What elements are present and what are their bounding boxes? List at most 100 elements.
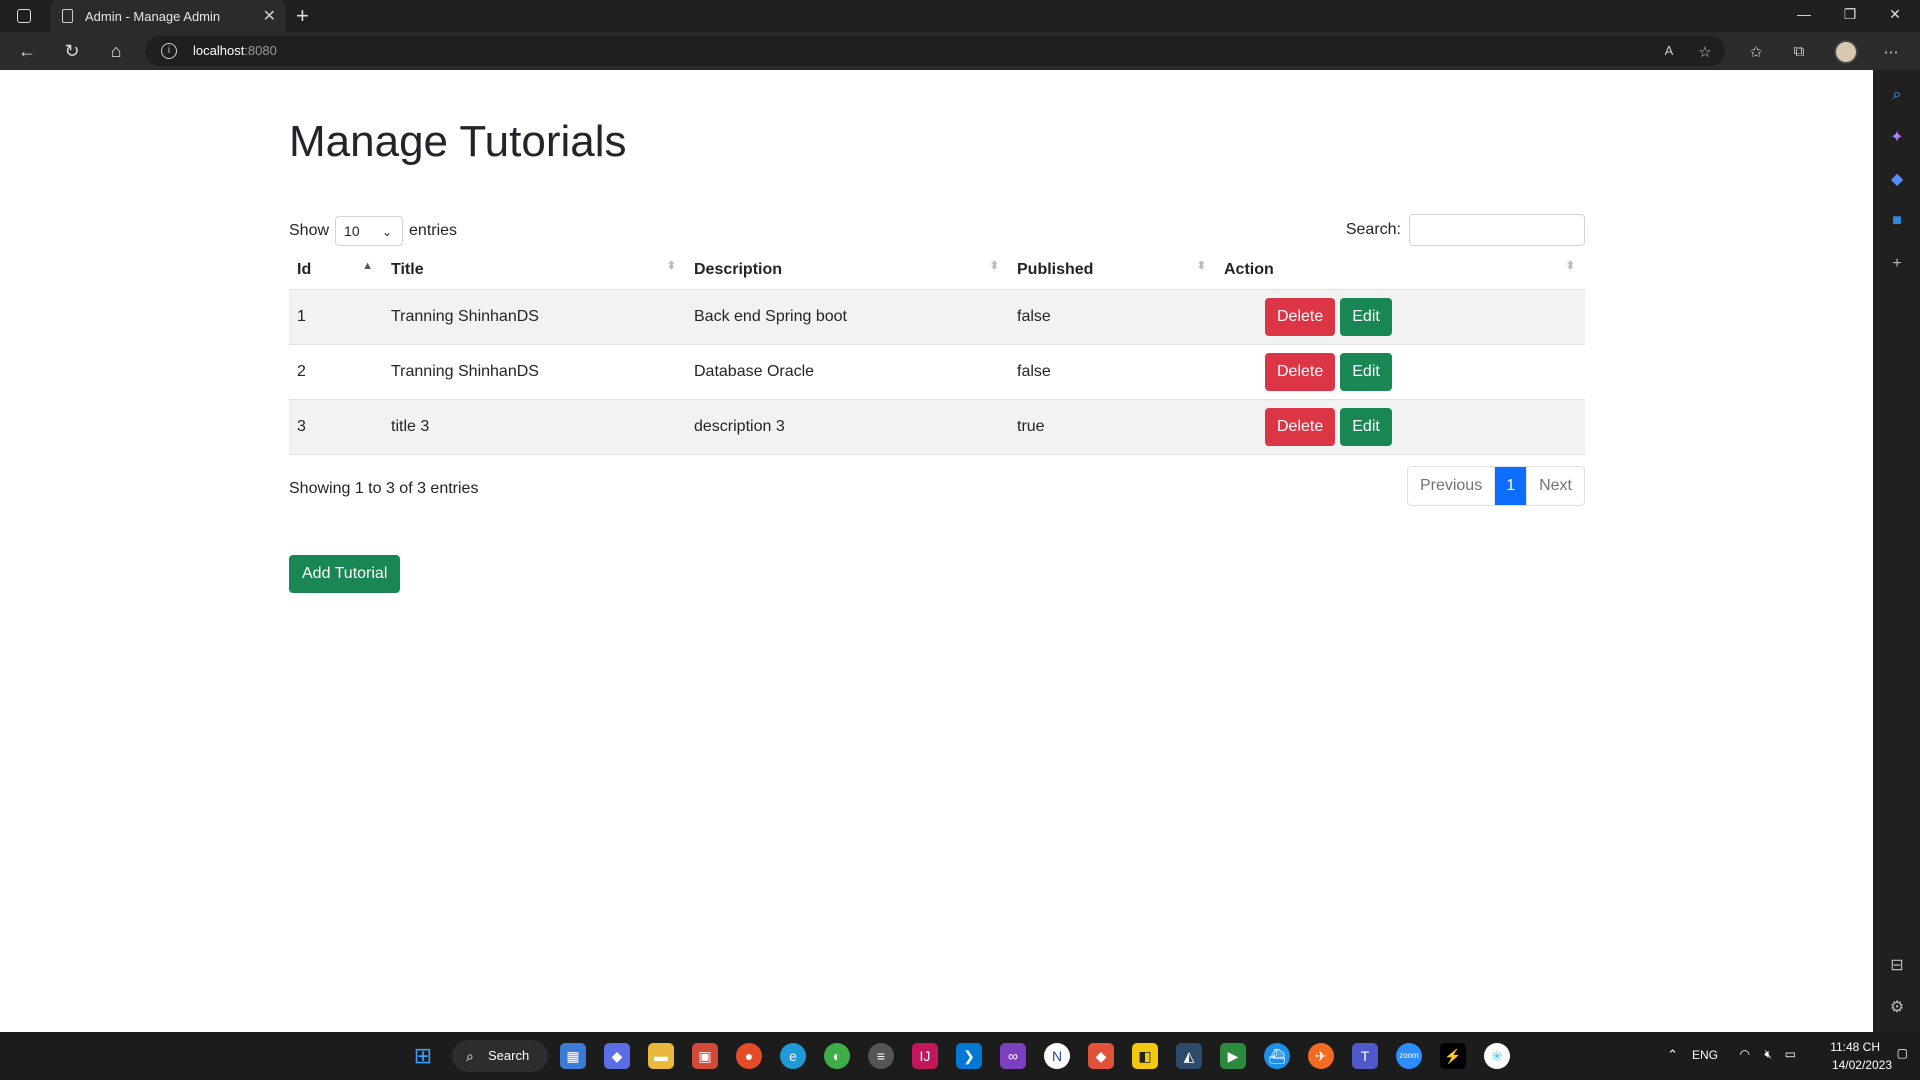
battery-icon[interactable]: ▭: [1785, 1047, 1796, 1061]
browser-titlebar: Admin - Manage Admin ✕ + — ❐ ✕: [0, 0, 1920, 32]
delete-button[interactable]: Delete: [1265, 297, 1336, 336]
edit-button[interactable]: Edit: [1340, 352, 1392, 391]
search-icon[interactable]: ⌕: [1886, 84, 1908, 106]
edge-icon[interactable]: e: [780, 1043, 806, 1069]
table-row: 3 title 3 description 3 true Delete Edit: [289, 399, 1585, 455]
address-bar[interactable]: i localhost:8080: [145, 36, 1725, 66]
refresh-icon[interactable]: ↻: [61, 41, 83, 62]
app-icon[interactable]: N: [1044, 1043, 1070, 1069]
teams-icon[interactable]: T: [1352, 1043, 1378, 1069]
cell-description: Database Oracle: [686, 344, 1009, 400]
postman-icon[interactable]: ✈: [1308, 1043, 1334, 1069]
previous-page-button[interactable]: Previous: [1408, 467, 1494, 505]
column-header-action[interactable]: Action ⬍: [1216, 252, 1585, 290]
new-tab-icon[interactable]: +: [296, 3, 309, 29]
app-icon[interactable]: ◧: [1132, 1043, 1158, 1069]
favorite-star-icon[interactable]: ☆: [1695, 43, 1715, 61]
add-icon[interactable]: +: [1886, 253, 1908, 275]
widgets-icon[interactable]: ▦: [560, 1043, 586, 1069]
cell-id: 1: [289, 289, 383, 345]
app-icon[interactable]: ⚡: [1440, 1043, 1466, 1069]
sort-icon: ⬍: [1565, 260, 1575, 272]
taskbar-search[interactable]: ⌕ Search: [452, 1040, 548, 1072]
close-tab-icon[interactable]: ✕: [263, 6, 276, 26]
app-icon[interactable]: ◐: [824, 1043, 850, 1069]
hide-sidebar-icon[interactable]: ⊟: [1886, 955, 1908, 977]
collections-icon[interactable]: ⧉: [1789, 43, 1809, 60]
slack-icon[interactable]: ✳: [1484, 1043, 1510, 1069]
sort-asc-icon: ▲: [362, 260, 373, 272]
app-icon[interactable]: ≡: [868, 1043, 894, 1069]
cell-description: description 3: [686, 399, 1009, 455]
delete-button[interactable]: Delete: [1265, 407, 1336, 446]
column-header-id[interactable]: Id ▲: [289, 252, 383, 290]
back-icon[interactable]: ←: [16, 41, 38, 62]
vscode-icon[interactable]: ❯: [956, 1043, 982, 1069]
clock-date[interactable]: 14/02/2023: [1812, 1058, 1892, 1072]
edit-button[interactable]: Edit: [1340, 297, 1392, 336]
search-label: Search:: [1345, 221, 1401, 238]
page-title: Manage Tutorials: [289, 117, 627, 166]
column-header-description[interactable]: Description ⬍: [686, 252, 1009, 290]
profile-avatar[interactable]: [1834, 40, 1858, 64]
app-icon[interactable]: ◭: [1176, 1043, 1202, 1069]
chevron-up-icon[interactable]: ⌃: [1667, 1047, 1678, 1063]
show-label: Show: [289, 222, 330, 239]
entries-select[interactable]: 10 ⌄: [335, 216, 404, 246]
tab-actions-icon[interactable]: [17, 9, 31, 23]
restore-icon[interactable]: ❐: [1840, 6, 1860, 23]
store-icon[interactable]: ▣: [692, 1043, 718, 1069]
page-icon: [62, 9, 73, 23]
cell-title: Tranning ShinhanDS: [383, 289, 686, 345]
table-row: 2 Tranning ShinhanDS Database Oracle fal…: [289, 344, 1585, 400]
cell-action: Delete Edit: [1216, 399, 1585, 455]
edit-button[interactable]: Edit: [1340, 407, 1392, 446]
docker-icon[interactable]: ⛴: [1264, 1043, 1290, 1069]
notification-icon[interactable]: ▢: [1897, 1046, 1908, 1060]
tab-title: Admin - Manage Admin: [85, 8, 221, 24]
wifi-icon[interactable]: ◠: [1740, 1047, 1750, 1061]
app-icon[interactable]: ▶: [1220, 1043, 1246, 1069]
git-icon[interactable]: ◆: [1088, 1043, 1114, 1069]
cell-id: 3: [289, 399, 383, 455]
cell-id: 2: [289, 344, 383, 400]
page-content: Manage Tutorials Show 10 ⌄ entries Searc…: [0, 70, 1873, 1032]
pagination: Previous 1 Next: [1406, 466, 1585, 506]
shopping-icon[interactable]: ◆: [1886, 169, 1908, 191]
outlook-icon[interactable]: ■: [1886, 210, 1908, 232]
zoom-icon[interactable]: zoom: [1396, 1043, 1422, 1069]
column-header-published[interactable]: Published ⬍: [1009, 252, 1216, 290]
add-tutorial-button[interactable]: Add Tutorial: [289, 555, 401, 593]
delete-button[interactable]: Delete: [1265, 352, 1336, 391]
read-aloud-icon[interactable]: A: [1659, 43, 1679, 58]
close-window-icon[interactable]: ✕: [1885, 6, 1905, 23]
volume-muted-icon[interactable]: 🔇︎: [1764, 1047, 1772, 1062]
more-icon[interactable]: ⋯: [1881, 43, 1901, 61]
home-icon[interactable]: ⌂: [105, 41, 127, 62]
file-explorer-icon[interactable]: ▬: [648, 1043, 674, 1069]
settings-icon[interactable]: ⚙: [1886, 997, 1908, 1019]
column-header-title[interactable]: Title ⬍: [383, 252, 686, 290]
taskbar: ⊞ ⌕ Search ▦ ◆ ▬ ▣ ● e ◐ ≡ IJ ❯ ∞ N ◆ ◧ …: [0, 1032, 1920, 1080]
windows-start-icon[interactable]: ⊞: [410, 1043, 436, 1069]
language-indicator[interactable]: ENG: [1692, 1048, 1718, 1062]
favorites-icon[interactable]: ✩: [1746, 43, 1766, 61]
copilot-icon[interactable]: ◆: [604, 1043, 630, 1069]
next-page-button[interactable]: Next: [1526, 467, 1584, 505]
cell-description: Back end Spring boot: [686, 289, 1009, 345]
chevron-down-icon: ⌄: [381, 225, 393, 239]
site-info-icon[interactable]: i: [161, 43, 177, 59]
page-1-button[interactable]: 1: [1494, 467, 1527, 505]
intellij-icon[interactable]: IJ: [912, 1043, 938, 1069]
entries-label: entries: [409, 222, 458, 239]
chrome-icon[interactable]: ●: [736, 1043, 762, 1069]
tutorials-table: Id ▲ Title ⬍ Description ⬍ Published ⬍ Actio…: [289, 252, 1585, 455]
sort-icon: ⬍: [666, 260, 676, 272]
sparkle-icon[interactable]: ✦: [1886, 127, 1908, 149]
search-icon: ⌕: [466, 1048, 474, 1064]
visual-studio-icon[interactable]: ∞: [1000, 1043, 1026, 1069]
search-input[interactable]: [1409, 214, 1585, 246]
browser-tab[interactable]: Admin - Manage Admin ✕: [50, 0, 286, 32]
minimize-icon[interactable]: —: [1794, 6, 1814, 22]
clock-time[interactable]: 11:48 CH: [1810, 1040, 1880, 1054]
